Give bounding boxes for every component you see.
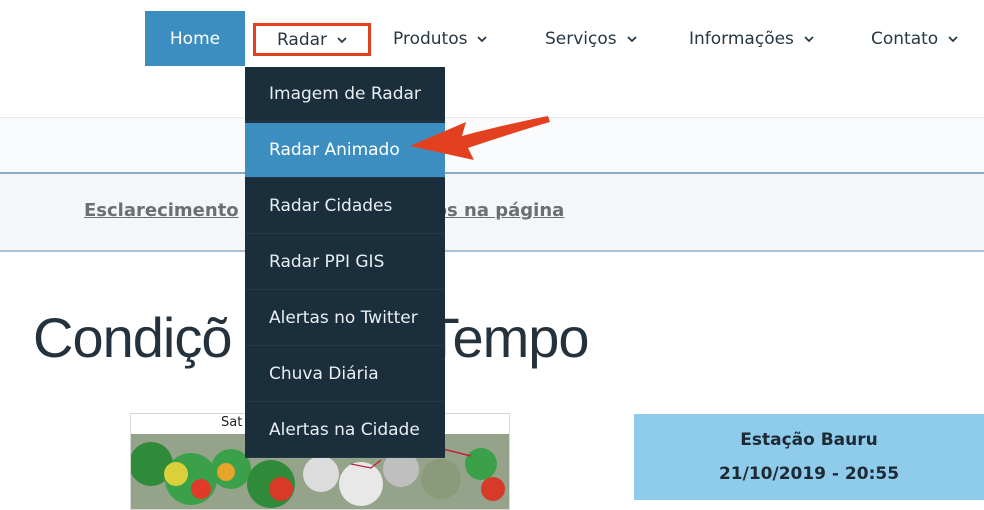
chevron-down-icon <box>337 36 347 43</box>
menu-item-radar-cidades[interactable]: Radar Cidades <box>245 179 445 234</box>
notice-text-right: os na página <box>434 200 565 221</box>
chevron-down-icon <box>477 35 488 42</box>
menu-item-label: Radar PPI GIS <box>269 252 385 272</box>
nav-informacoes[interactable]: Informações <box>689 11 814 66</box>
nav-informacoes-label: Informações <box>689 28 794 49</box>
nav-radar[interactable]: Radar <box>253 23 371 56</box>
station-datetime: 21/10/2019 - 20:55 <box>718 464 900 484</box>
menu-item-label: Imagem de Radar <box>269 84 421 104</box>
chevron-down-icon <box>627 35 637 42</box>
menu-item-label: Radar Animado <box>269 140 400 160</box>
notice-text-left: Esclarecimento <box>84 200 239 221</box>
page-title-right: Tempo <box>425 306 589 369</box>
nav-produtos-label: Produtos <box>393 28 468 49</box>
menu-item-alertas-no-twitter[interactable]: Alertas no Twitter <box>245 291 445 346</box>
nav-radar-label: Radar <box>276 29 328 50</box>
menu-item-label: Chuva Diária <box>269 364 379 384</box>
station-name: Estação Bauru <box>740 430 878 450</box>
menu-item-alertas-na-cidade[interactable]: Alertas na Cidade <box>245 403 445 458</box>
menu-item-label: Alertas no Twitter <box>269 308 418 328</box>
station-card-body <box>634 500 984 508</box>
menu-item-label: Radar Cidades <box>269 196 393 216</box>
main-navigation: Home Radar Produtos Serviços Informações… <box>0 0 984 70</box>
chevron-down-icon <box>948 35 958 42</box>
nav-contato-label: Contato <box>871 28 939 49</box>
satellite-caption: Sat <box>221 415 243 430</box>
page-title-left: Condiçõ <box>33 306 232 369</box>
nav-produtos[interactable]: Produtos <box>393 11 488 66</box>
nav-contato[interactable]: Contato <box>871 11 958 66</box>
menu-item-chuva-diaria[interactable]: Chuva Diária <box>245 347 445 402</box>
station-card: Estação Bauru 21/10/2019 - 20:55 <box>634 414 984 508</box>
chevron-down-icon <box>804 35 814 42</box>
nav-home[interactable]: Home <box>145 11 245 66</box>
menu-item-radar-ppi-gis[interactable]: Radar PPI GIS <box>245 235 445 290</box>
nav-servicos-label: Serviços <box>545 28 617 49</box>
menu-item-label: Alertas na Cidade <box>269 420 420 440</box>
nav-servicos[interactable]: Serviços <box>545 11 637 66</box>
nav-home-label: Home <box>169 28 221 49</box>
red-arrow-icon <box>410 116 550 160</box>
